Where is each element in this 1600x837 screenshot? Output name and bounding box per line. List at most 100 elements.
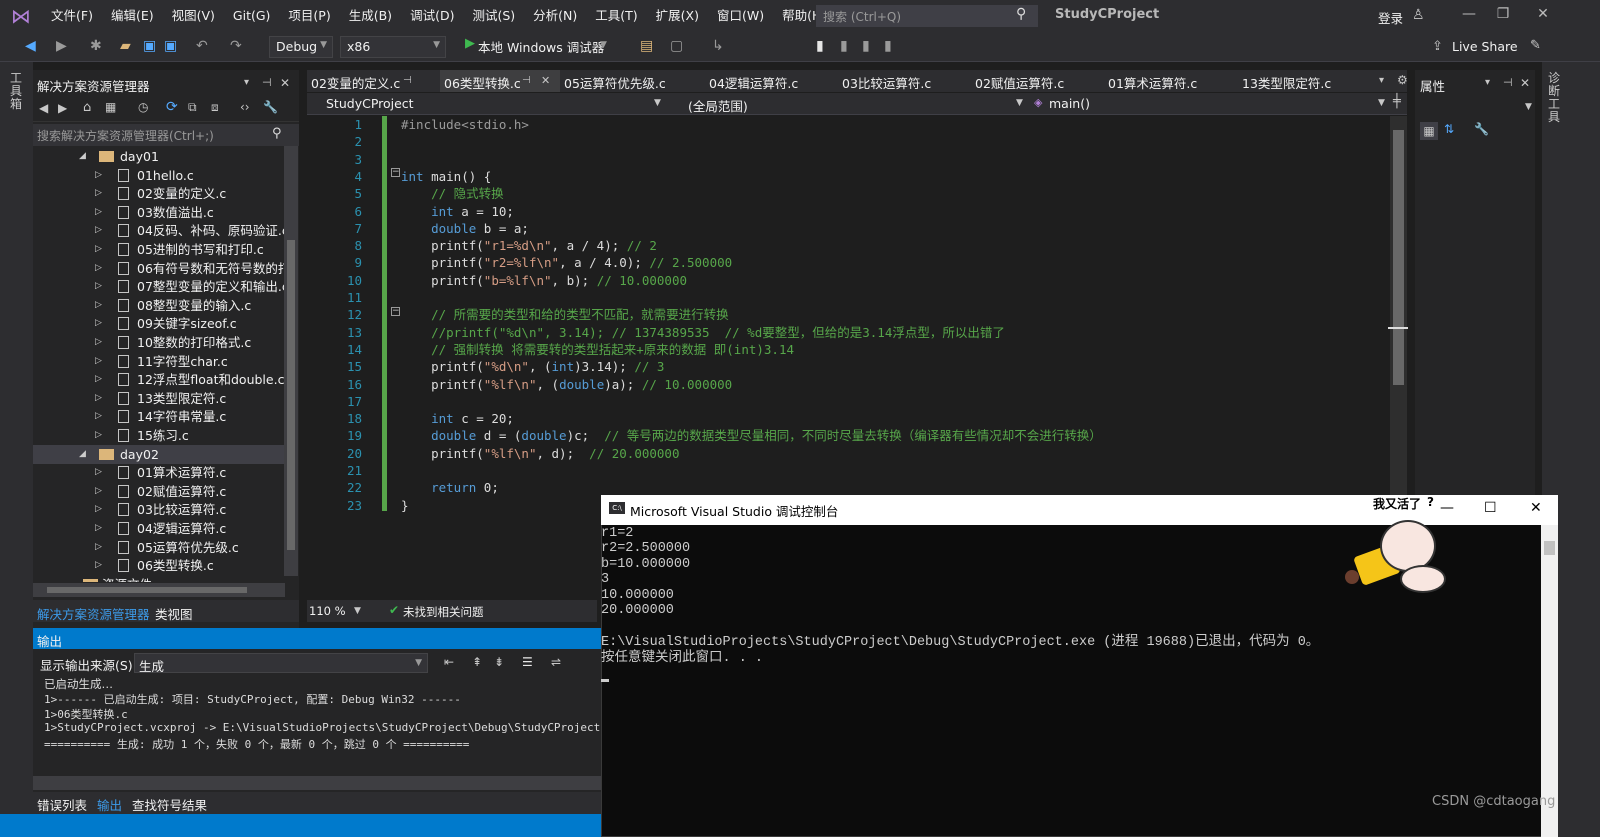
file-item[interactable]: ▷ 01hello.c	[33, 166, 285, 185]
expand-arrow-icon[interactable]: ▷	[95, 500, 102, 519]
expand-arrow-icon[interactable]: ▷	[95, 314, 102, 333]
word-wrap-icon[interactable]: ⇌	[551, 655, 561, 669]
console-scrollbar[interactable]	[1541, 525, 1558, 837]
pending-changes-icon[interactable]: ◷	[138, 100, 148, 114]
toolbox-tab[interactable]: 工具箱	[10, 72, 24, 111]
back-icon[interactable]: ◀	[25, 38, 36, 54]
nav-project-select[interactable]: StudyCProject	[326, 96, 414, 111]
user-icon[interactable]: ♙	[1412, 7, 1425, 23]
step-icon[interactable]: ↳	[712, 38, 724, 54]
expand-arrow-icon[interactable]: ▷	[95, 407, 102, 426]
forward-icon[interactable]: ▶	[56, 38, 67, 54]
collapse-icon[interactable]: −	[391, 168, 400, 177]
feedback-icon[interactable]: ✎	[1530, 38, 1541, 53]
solution-hscrollbar[interactable]	[33, 583, 285, 597]
diagnostic-tools-tab[interactable]: 诊断工具	[1548, 72, 1562, 124]
code-line[interactable]: // 强制转换 将需要转的类型括起来+原来的数据 即(int)3.14	[401, 341, 794, 358]
expand-arrow-icon[interactable]: ▷	[95, 389, 102, 408]
tab-05-operator-precedence[interactable]: 05运算符优先级.c	[564, 73, 666, 92]
chevron-down-icon[interactable]: ▼	[1378, 98, 1385, 108]
scrollbar-thumb[interactable]	[1544, 541, 1555, 555]
prev-message-icon[interactable]: ⇞	[472, 655, 482, 669]
tab-01-arithmetic-operators[interactable]: 01算术运算符.c	[1108, 73, 1197, 92]
menu-extensions[interactable]: 扩展(X)	[647, 0, 708, 32]
code-line[interactable]: printf("%lf\n", d); // 20.000000	[401, 445, 679, 462]
menu-file[interactable]: 文件(F)	[42, 0, 102, 32]
menu-analyze[interactable]: 分析(N)	[524, 0, 586, 32]
expand-arrow-icon[interactable]: ▷	[95, 426, 102, 445]
expand-arrow-icon[interactable]: ▷	[95, 556, 102, 575]
live-share-button[interactable]: Live Share	[1452, 39, 1518, 54]
file-item[interactable]: ▷ 11字符型char.c	[33, 352, 285, 371]
file-item[interactable]: ▷ 08整型变量的输入.c	[33, 296, 285, 315]
live-share-icon[interactable]: ⇪	[1432, 39, 1443, 54]
code-line[interactable]: int a = 10;	[401, 203, 514, 220]
nav-scope-select[interactable]: (全局范围)	[688, 96, 748, 115]
expand-arrow-icon[interactable]: ▷	[95, 296, 102, 315]
save-all-icon[interactable]: ▣	[164, 38, 177, 54]
close-icon[interactable]: ✕	[1530, 500, 1542, 516]
expand-arrow-icon[interactable]: ▷	[95, 463, 102, 482]
browse-icon[interactable]: ▤	[640, 38, 653, 54]
login-link[interactable]: 登录	[1378, 8, 1403, 27]
start-debugger-button[interactable]: 本地 Windows 调试器	[478, 37, 604, 56]
play-icon[interactable]: ▶	[465, 36, 475, 51]
file-item[interactable]: ▷ 02赋值运算符.c	[33, 482, 285, 501]
issues-status[interactable]: 未找到相关问题	[403, 604, 484, 620]
sync-icon[interactable]: ⟳	[166, 99, 178, 115]
tab-find-symbol-results[interactable]: 查找符号结果	[132, 795, 207, 814]
chevron-down-icon[interactable]: ▼	[600, 40, 607, 50]
file-item[interactable]: ▷ 07整型变量的定义和输出.c	[33, 277, 285, 296]
bookmark-clear-icon[interactable]: ▮	[884, 38, 892, 54]
tab-02-assignment-operators[interactable]: 02赋值运算符.c	[975, 73, 1064, 92]
scrollbar-thumb[interactable]	[47, 587, 247, 593]
menu-debug[interactable]: 调试(D)	[401, 0, 463, 32]
folder-day02[interactable]: ◢ day02	[33, 444, 285, 464]
pin-icon[interactable]: ⊣	[522, 75, 531, 86]
scrollbar-thumb[interactable]	[1393, 130, 1404, 385]
close-icon[interactable]: ✕	[1530, 6, 1556, 26]
forward-icon[interactable]: ▶	[58, 101, 67, 115]
nav-function-select[interactable]: main()	[1049, 96, 1090, 111]
file-item[interactable]: ▷ 01算术运算符.c	[33, 463, 285, 482]
platform-select[interactable]: x86 ▼	[340, 36, 446, 58]
show-all-files-icon[interactable]: ⧈	[211, 100, 219, 115]
collapse-arrow-icon[interactable]: ◢	[79, 147, 86, 166]
bookmark-prev-icon[interactable]: ▮	[840, 38, 848, 54]
file-item[interactable]: ▷ 05进制的书写和打印.c	[33, 240, 285, 259]
file-item[interactable]: ▷ 06有符号数和无符号数的打	[33, 259, 285, 278]
file-item[interactable]: ▷ 03数值溢出.c	[33, 203, 285, 222]
code-line[interactable]: printf("r1=%d\n", a / 4); // 2	[401, 237, 657, 254]
file-item[interactable]: ▷ 04反码、补码、原码验证.c	[33, 221, 285, 240]
new-project-icon[interactable]: ✱	[90, 38, 102, 54]
expand-arrow-icon[interactable]: ▷	[95, 538, 102, 557]
switch-views-icon[interactable]: ▦	[105, 100, 116, 114]
code-line[interactable]: double d = (double)c; // 等号两边的数据类型尽量相同，不…	[401, 427, 1102, 444]
file-item[interactable]: ▷ 15练习.c	[33, 426, 285, 445]
menu-project[interactable]: 项目(P)	[279, 0, 339, 32]
tab-solution-explorer[interactable]: 解决方案资源管理器	[37, 604, 150, 623]
back-icon[interactable]: ◀	[39, 101, 48, 115]
expand-arrow-icon[interactable]: ▷	[95, 166, 102, 185]
save-icon[interactable]: ▣	[143, 38, 156, 54]
output-hscrollbar[interactable]	[33, 776, 601, 790]
menu-window[interactable]: 窗口(W)	[708, 0, 773, 32]
code-line[interactable]: // 隐式转换	[401, 185, 504, 202]
restore-icon[interactable]: ❐	[1490, 6, 1516, 26]
expand-arrow-icon[interactable]: ▷	[95, 221, 102, 240]
code-line[interactable]: return 0;	[401, 479, 499, 496]
scrollbar-thumb[interactable]	[287, 240, 295, 550]
zoom-level[interactable]: 110 %	[309, 604, 346, 618]
expand-arrow-icon[interactable]: ▷	[95, 333, 102, 352]
file-item[interactable]: ▷ 10整数的打印格式.c	[33, 333, 285, 352]
chevron-down-icon[interactable]: ▼	[1016, 98, 1023, 108]
home-icon[interactable]: ⌂	[83, 100, 91, 115]
code-line[interactable]: printf("%d\n", (int)3.14); // 3	[401, 358, 664, 375]
output-source-select[interactable]: 生成 ▼	[134, 653, 428, 674]
file-item[interactable]: ▷ 09关键字sizeof.c	[33, 314, 285, 333]
pin-icon[interactable]: ⊣	[1503, 76, 1513, 89]
open-folder-icon[interactable]: ▰	[120, 38, 131, 54]
menu-tools[interactable]: 工具(T)	[586, 0, 646, 32]
file-item[interactable]: ▷ 12浮点型float和double.c	[33, 370, 285, 389]
file-item[interactable]: ▷ 03比较运算符.c	[33, 500, 285, 519]
